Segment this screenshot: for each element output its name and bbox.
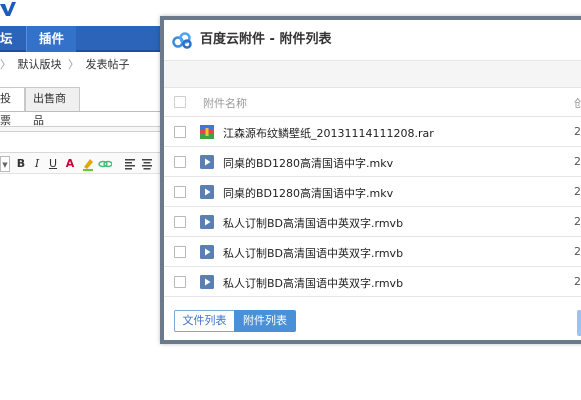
row-checkbox[interactable] <box>174 186 186 198</box>
file-name: 私人订制BD高清国语中英双字.rmvb <box>223 247 404 260</box>
list-item[interactable]: 私人订制BD高清国语中英双字.rmvb 2 <box>164 237 581 267</box>
tab-sell-goods[interactable]: 出售商品 <box>25 87 80 127</box>
attachment-list: 附件名称 创 江森源布纹鳞壁纸_20131114111208.rar 2 同桌的… <box>164 87 581 297</box>
row-checkbox[interactable] <box>174 126 186 138</box>
tabs-divider <box>0 111 160 112</box>
font-color-button[interactable]: A <box>64 156 76 172</box>
video-icon <box>200 245 214 259</box>
list-item[interactable]: 私人订制BD高清国语中英双字.rmvb 2 <box>164 207 581 237</box>
dialog-toolbar <box>164 60 581 88</box>
archive-icon <box>200 125 214 139</box>
video-icon <box>200 215 214 229</box>
row-checkbox[interactable] <box>174 246 186 258</box>
editor-toolbar: ▼ B I U A <box>0 152 160 174</box>
nav-plugin[interactable]: 插件 <box>26 26 77 52</box>
row-checkbox[interactable] <box>174 276 186 288</box>
italic-button[interactable]: I <box>32 156 42 172</box>
video-icon <box>200 275 214 289</box>
breadcrumb-separator-icon: 〉 <box>68 58 79 71</box>
baidu-cloud-attachment-dialog: 百度云附件 - 附件列表 附件名称 创 江森源布纹鳞壁纸_20131114111… <box>160 16 581 344</box>
list-item[interactable]: 私人订制BD高清国语中英双字.rmvb 2 <box>164 267 581 297</box>
file-date: 2 <box>574 125 581 138</box>
file-name: 私人订制BD高清国语中英双字.rmvb <box>223 217 404 230</box>
bold-button[interactable]: B <box>16 156 26 172</box>
video-icon <box>200 185 214 199</box>
breadcrumb-item-post: 发表帖子 <box>85 58 130 71</box>
highlight-icon[interactable] <box>82 156 94 172</box>
column-header-name: 附件名称 <box>203 97 247 110</box>
file-date: 2 <box>574 185 581 198</box>
row-checkbox[interactable] <box>174 156 186 168</box>
list-item[interactable]: 同桌的BD1280高清国语中字.mkv 2 <box>164 177 581 207</box>
file-date: 2 <box>574 215 581 228</box>
align-center-icon[interactable] <box>141 156 153 172</box>
file-date: 2 <box>574 275 581 288</box>
link-icon[interactable] <box>98 156 112 172</box>
select-all-checkbox[interactable] <box>174 96 186 108</box>
breadcrumb-item-forum[interactable]: 默认版块 <box>18 58 62 71</box>
video-icon <box>200 155 214 169</box>
attachment-list-button[interactable]: 附件列表 <box>234 310 296 332</box>
breadcrumb: 〉 默认版块 〉 发表帖子 <box>0 58 133 72</box>
file-list-button[interactable]: 文件列表 <box>174 310 235 332</box>
row-checkbox[interactable] <box>174 216 186 228</box>
file-name: 同桌的BD1280高清国语中字.mkv <box>223 187 394 200</box>
list-header-row: 附件名称 创 <box>164 87 581 117</box>
dialog-title: 百度云附件 - 附件列表 <box>200 32 332 47</box>
confirm-button[interactable] <box>577 310 581 336</box>
baidu-cloud-logo-icon <box>172 32 192 49</box>
underline-button[interactable]: U <box>48 156 58 172</box>
file-name: 同桌的BD1280高清国语中字.mkv <box>223 157 394 170</box>
site-logo-icon <box>0 2 16 16</box>
file-name: 私人订制BD高清国语中英双字.rmvb <box>223 277 404 290</box>
tab-vote[interactable]: 投票 <box>0 87 25 127</box>
breadcrumb-separator-icon: 〉 <box>0 58 11 71</box>
align-left-icon[interactable] <box>124 156 136 172</box>
column-header-date: 创 <box>574 95 581 111</box>
list-item[interactable]: 江森源布纹鳞壁纸_20131114111208.rar 2 <box>164 117 581 147</box>
file-name: 江森源布纹鳞壁纸_20131114111208.rar <box>223 127 434 140</box>
file-date: 2 <box>574 155 581 168</box>
subject-input[interactable] <box>0 126 160 132</box>
dialog-header[interactable]: 百度云附件 - 附件列表 <box>164 20 581 60</box>
nav-forum[interactable]: 坛 <box>0 26 26 52</box>
font-size-select[interactable]: ▼ <box>0 156 10 172</box>
list-item[interactable]: 同桌的BD1280高清国语中字.mkv 2 <box>164 147 581 177</box>
dialog-footer: 文件列表 附件列表 <box>164 310 581 340</box>
file-date: 2 <box>574 245 581 258</box>
